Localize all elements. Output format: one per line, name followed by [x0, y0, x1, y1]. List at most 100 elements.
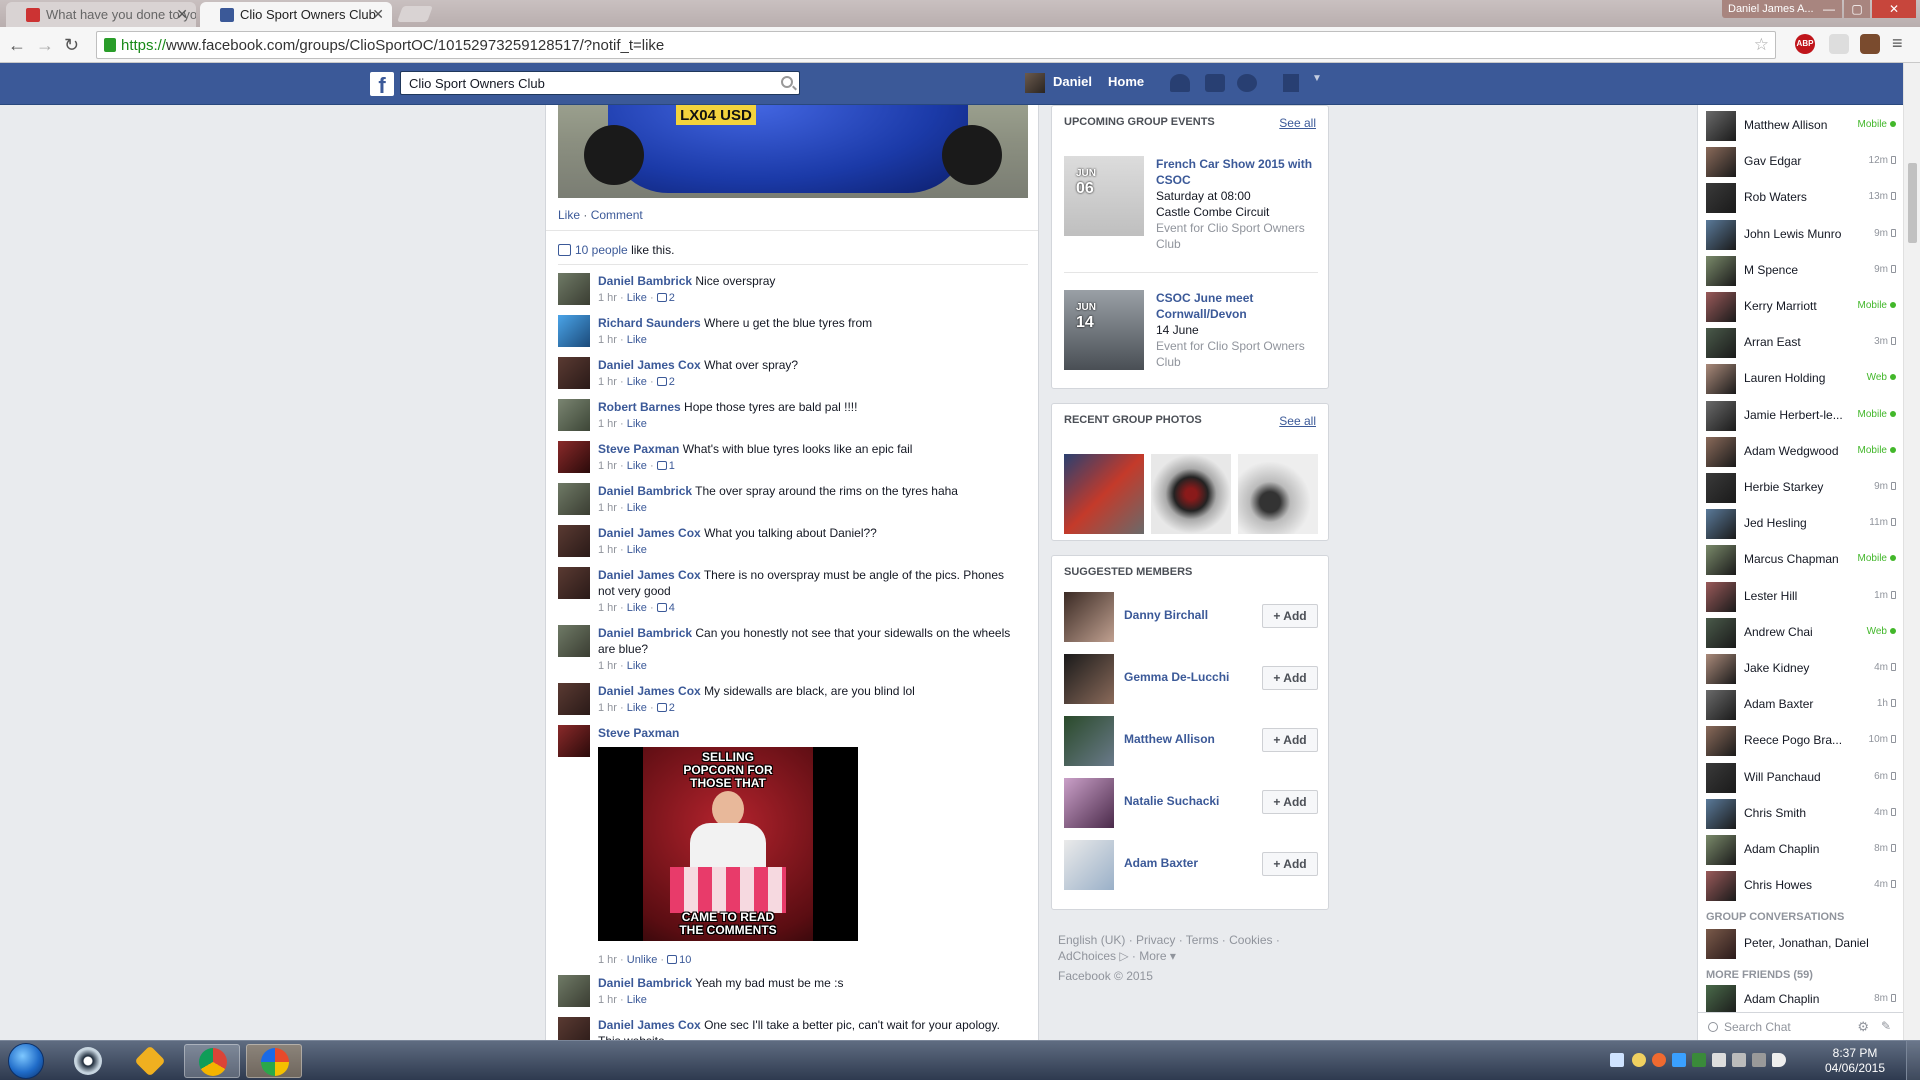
chat-friend[interactable]: M Spence 9m: [1706, 254, 1896, 286]
volume-icon[interactable]: [1772, 1053, 1786, 1067]
action-center-icon[interactable]: [1732, 1053, 1746, 1067]
back-arrow-icon[interactable]: ←: [8, 35, 26, 56]
address-bar[interactable]: https://www.facebook.com/groups/ClioSpor…: [96, 31, 1776, 59]
chat-friend[interactable]: Lauren Holding Web: [1706, 362, 1896, 395]
tray-app-icon[interactable]: [1672, 1053, 1686, 1067]
comment-like-count[interactable]: 2: [656, 292, 675, 304]
avatar[interactable]: [1064, 592, 1114, 642]
member-name[interactable]: Matthew Allison: [1124, 732, 1215, 746]
tab-inactive[interactable]: What have you done to yo ✕: [6, 2, 196, 27]
avatar[interactable]: [558, 441, 590, 473]
comment-like-count[interactable]: 10: [667, 954, 691, 966]
comment-like-link[interactable]: Like: [627, 292, 647, 304]
event-thumbnail[interactable]: JUN 06: [1064, 156, 1144, 236]
commenter-name[interactable]: Daniel Bambrick: [598, 274, 692, 288]
avatar[interactable]: [558, 399, 590, 431]
adblock-extension-icon[interactable]: ABP: [1795, 34, 1815, 54]
chat-friend[interactable]: Adam Baxter 1h: [1706, 688, 1896, 721]
commenter-name[interactable]: Daniel James Cox: [598, 684, 701, 698]
reload-icon[interactable]: ↻: [64, 35, 79, 56]
meme-image[interactable]: SELLING POPCORN FOR THOSE THAT CAME TO R…: [598, 747, 858, 941]
commenter-name[interactable]: Richard Saunders: [598, 316, 701, 330]
commenter-name[interactable]: Robert Barnes: [598, 400, 681, 414]
chat-friend[interactable]: Reece Pogo Bra... 10m: [1706, 724, 1896, 757]
add-member-button[interactable]: + Add: [1262, 604, 1318, 628]
chat-search-input[interactable]: Search Chat ⚙ ✎: [1697, 1012, 1903, 1040]
bookmark-star-icon[interactable]: ☆: [1754, 35, 1769, 55]
new-message-icon[interactable]: ✎: [1881, 1019, 1891, 1033]
member-name[interactable]: Danny Birchall: [1124, 608, 1208, 622]
chat-friend[interactable]: John Lewis Munro 9m: [1706, 218, 1896, 250]
event-title[interactable]: CSOC June meet Cornwall/Devon: [1156, 290, 1316, 322]
comment-like-link[interactable]: Like: [627, 502, 647, 514]
chat-friend[interactable]: Herbie Starkey 9m: [1706, 471, 1896, 503]
tray-app-icon[interactable]: [1692, 1053, 1706, 1067]
avatar[interactable]: [558, 1017, 590, 1040]
chat-friend[interactable]: Chris Howes 4m: [1706, 869, 1896, 902]
chat-friend[interactable]: Adam Chaplin 8m: [1706, 833, 1896, 865]
forward-arrow-icon[interactable]: →: [36, 35, 54, 56]
home-link[interactable]: Home: [1108, 74, 1144, 89]
see-all-events-link[interactable]: See all: [1279, 116, 1316, 130]
like-link[interactable]: Like: [558, 208, 580, 222]
windows-flag-icon[interactable]: [1610, 1053, 1624, 1067]
commenter-name[interactable]: Daniel James Cox: [598, 568, 701, 582]
avatar[interactable]: [558, 483, 590, 515]
battery-icon[interactable]: [1752, 1053, 1766, 1067]
tab-active[interactable]: Clio Sport Owners Club ✕: [200, 2, 392, 27]
add-member-button[interactable]: + Add: [1262, 728, 1318, 752]
chat-friend[interactable]: Lester Hill 1m: [1706, 580, 1896, 612]
post-photo[interactable]: LX04 USD: [558, 105, 1028, 198]
comment-like-link[interactable]: Like: [627, 418, 647, 430]
comment-like-link[interactable]: Like: [627, 702, 647, 714]
media-taskbar-button[interactable]: [246, 1044, 302, 1078]
comment-like-count[interactable]: 2: [656, 376, 675, 388]
chat-friend[interactable]: Jed Hesling 11m: [1706, 507, 1896, 540]
cursor-extension-icon[interactable]: [1829, 34, 1849, 54]
comment-like-link[interactable]: Like: [627, 460, 647, 472]
minimize-icon[interactable]: —: [1816, 0, 1842, 18]
window-profile-badge[interactable]: Daniel James A...: [1722, 0, 1820, 18]
chat-friend[interactable]: Will Panchaud 6m: [1706, 761, 1896, 793]
chevron-down-icon[interactable]: ▼: [1312, 73, 1322, 84]
add-member-button[interactable]: + Add: [1262, 790, 1318, 814]
chat-friend[interactable]: Adam Chaplin 8m: [1706, 983, 1896, 1016]
search-icon[interactable]: [781, 76, 793, 88]
footer-links[interactable]: English (UK) · Privacy · Terms · Cookies…: [1058, 932, 1330, 948]
comment-like-count[interactable]: 4: [656, 602, 675, 614]
taskbar-clock[interactable]: 8:37 PM 04/06/2015: [1820, 1046, 1890, 1076]
comment-like-count[interactable]: 1: [656, 460, 675, 472]
member-name[interactable]: Natalie Suchacki: [1124, 794, 1219, 808]
chat-friend[interactable]: Gav Edgar 12m: [1706, 145, 1896, 178]
commenter-name[interactable]: Daniel James Cox: [598, 526, 701, 540]
chat-friend[interactable]: Chris Smith 4m: [1706, 797, 1896, 829]
comment-like-link[interactable]: Like: [627, 660, 647, 672]
avatar[interactable]: [558, 567, 590, 599]
commenter-name[interactable]: Steve Paxman: [598, 726, 679, 740]
avatar[interactable]: [558, 273, 590, 305]
group-photo[interactable]: [1064, 454, 1144, 534]
avatar[interactable]: [558, 525, 590, 557]
commenter-name[interactable]: Daniel Bambrick: [598, 484, 692, 498]
avatar[interactable]: [558, 683, 590, 715]
close-window-icon[interactable]: ✕: [1872, 0, 1916, 18]
avatar[interactable]: [558, 975, 590, 1007]
new-tab-button[interactable]: [397, 6, 433, 22]
likers-link[interactable]: 10 people: [575, 243, 628, 257]
avatar[interactable]: [1064, 716, 1114, 766]
group-photo[interactable]: [1151, 454, 1231, 534]
close-tab-icon[interactable]: ✕: [176, 6, 188, 23]
tray-app-icon[interactable]: [1632, 1053, 1646, 1067]
comment-like-link[interactable]: Like: [627, 602, 647, 614]
commenter-name[interactable]: Daniel Bambrick: [598, 976, 692, 990]
comment-like-link[interactable]: Like: [627, 994, 647, 1006]
avatar[interactable]: [1025, 73, 1045, 93]
comment-like-link[interactable]: Like: [627, 544, 647, 556]
commenter-name[interactable]: Daniel James Cox: [598, 358, 701, 372]
chat-friend[interactable]: Rob Waters 13m: [1706, 181, 1896, 214]
comment-like-link[interactable]: Like: [627, 334, 647, 346]
notifications-globe-icon[interactable]: [1237, 74, 1257, 92]
scrollbar-thumb[interactable]: [1908, 163, 1917, 243]
commenter-name[interactable]: Daniel James Cox: [598, 1018, 701, 1032]
comment-link[interactable]: Comment: [591, 208, 643, 222]
